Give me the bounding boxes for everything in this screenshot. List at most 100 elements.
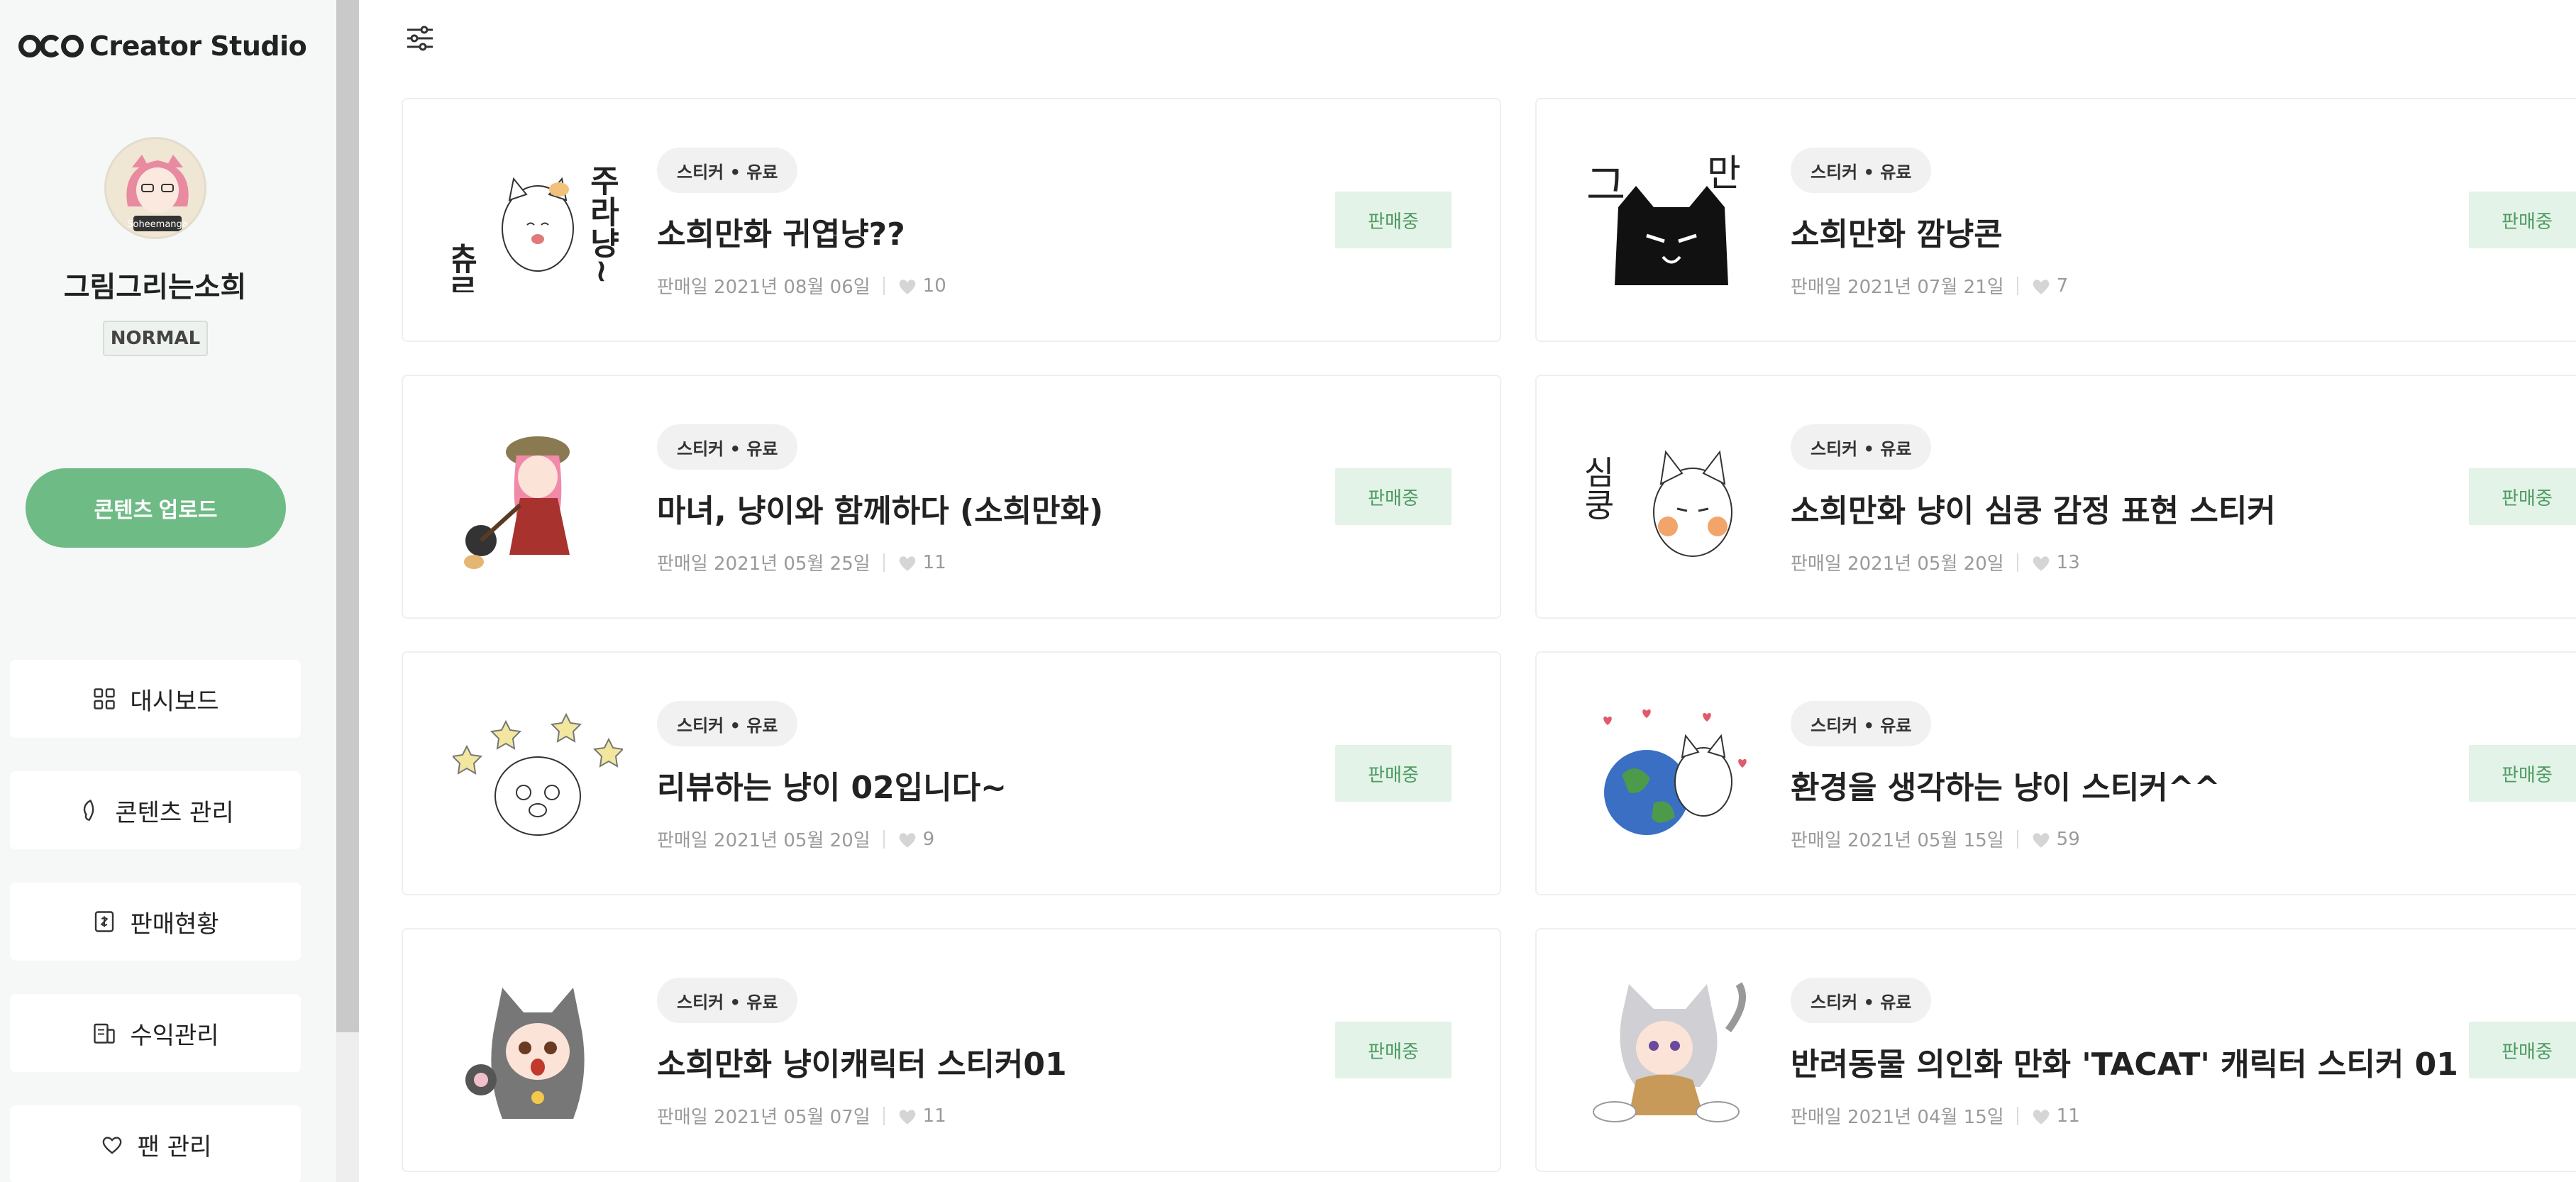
product-title[interactable]: 소희만화 깜냥콘: [1791, 209, 2003, 254]
svg-text:Soheemanga: Soheemanga: [127, 219, 188, 230]
like-count: 11: [897, 1105, 946, 1127]
product-meta: 판매일 2021년 04월 15일 11: [1791, 1103, 2080, 1129]
product-card[interactable]: 스티커 • 유료 환경을 생각하는 냥이 스티커^^ 판매일 2021년 05월…: [1535, 651, 2576, 895]
sidebar-item-dashboard[interactable]: 대시보드: [10, 660, 301, 738]
status-badge: 판매중: [2469, 745, 2576, 802]
like-count: 11: [897, 552, 946, 573]
sale-date: 판매일 2021년 05월 25일: [657, 553, 870, 575]
sidebar: Creator Studio Soheemanga 그림그리는소희 NORMAL…: [0, 0, 336, 1182]
product-card[interactable]: 츄르 주라냥~ 스티커 • 유료 소희만화 귀엽냥?? 판매일 2021년 08…: [402, 98, 1501, 342]
status-badge: 판매중: [1335, 192, 1452, 248]
sidebar-item-label: 대시보드: [130, 687, 219, 716]
heart-icon: [2033, 1109, 2049, 1125]
sidebar-item-label: 콘텐츠 관리: [115, 798, 234, 827]
sale-date: 판매일 2021년 05월 20일: [1791, 553, 2004, 575]
like-count: 9: [897, 829, 934, 850]
product-meta: 판매일 2021년 07월 21일 7: [1791, 272, 2068, 299]
like-count: 10: [897, 275, 946, 297]
like-count: 59: [2031, 829, 2080, 850]
filter-button[interactable]: [402, 20, 438, 57]
sidebar-scrollbar-thumb[interactable]: [336, 0, 359, 1032]
avatar-illustration: Soheemanga: [106, 139, 204, 237]
status-badge: 판매중: [2469, 192, 2576, 248]
product-card[interactable]: 심쿵 스티커 • 유료 소희만화 냥이 심쿵 감정 표현 스티커 판매일 202…: [1535, 375, 2576, 619]
divider: [883, 1106, 885, 1125]
product-thumbnail[interactable]: [453, 427, 623, 569]
like-count: 13: [2031, 552, 2080, 573]
status-badge: 판매중: [1335, 1022, 1452, 1078]
sale-date: 판매일 2021년 05월 20일: [657, 830, 870, 851]
heart-icon: [899, 556, 915, 571]
sale-date: 판매일 2021년 05월 07일: [657, 1107, 870, 1128]
heart-icon: [899, 1109, 915, 1125]
divider: [883, 829, 885, 849]
product-title[interactable]: 소희만화 귀엽냥??: [657, 209, 905, 254]
thumb-text: 주라냥~: [584, 165, 620, 285]
sidebar-item-fans[interactable]: 팬 관리: [10, 1105, 301, 1182]
like-count: 7: [2031, 275, 2068, 297]
sidebar-item-label: 팬 관리: [137, 1132, 212, 1161]
product-meta: 판매일 2021년 05월 20일 9: [657, 826, 934, 852]
product-thumbnail[interactable]: [1586, 704, 1757, 846]
category-badge: 스티커 • 유료: [1791, 701, 1932, 746]
product-title[interactable]: 마녀, 냥이와 함께하다 (소희만화): [657, 485, 1103, 531]
status-badge: 판매중: [1335, 745, 1452, 802]
sale-date: 판매일 2021년 04월 15일: [1791, 1107, 2004, 1128]
category-badge: 스티커 • 유료: [1791, 978, 1932, 1023]
divider: [883, 276, 885, 295]
product-meta: 판매일 2021년 05월 15일 59: [1791, 826, 2080, 852]
status-badge: 판매중: [2469, 468, 2576, 525]
product-meta: 판매일 2021년 05월 07일 11: [657, 1103, 946, 1129]
divider: [2016, 829, 2018, 849]
product-title[interactable]: 소희만화 냥이캐릭터 스티커01: [657, 1039, 1067, 1084]
product-meta: 판매일 2021년 05월 25일 11: [657, 549, 946, 575]
heart-icon: [102, 1137, 121, 1154]
product-card[interactable]: 스티커 • 유료 리뷰하는 냥이 02입니다~ 판매일 2021년 05월 20…: [402, 651, 1501, 895]
category-badge: 스티커 • 유료: [1791, 148, 1932, 193]
logo-mark-icon: [18, 35, 84, 57]
sale-date: 판매일 2021년 07월 21일: [1791, 277, 2004, 298]
sliders-icon: [407, 26, 433, 51]
grid-icon: [94, 688, 116, 709]
product-title[interactable]: 반려동물 의인화 만화 'TACAT' 캐릭터 스티커 01: [1791, 1039, 2458, 1084]
product-thumbnail[interactable]: 심쿵: [1586, 427, 1757, 569]
sidebar-item-content[interactable]: 콘텐츠 관리: [10, 771, 301, 849]
heart-icon: [2033, 556, 2049, 571]
sale-date: 판매일 2021년 08월 06일: [657, 277, 870, 298]
avatar[interactable]: Soheemanga: [104, 137, 206, 239]
product-card[interactable]: 스티커 • 유료 반려동물 의인화 만화 'TACAT' 캐릭터 스티커 01 …: [1535, 928, 2576, 1172]
heart-icon: [2033, 832, 2049, 848]
product-title[interactable]: 환경을 생각하는 냥이 스티커^^: [1791, 762, 2220, 807]
product-title[interactable]: 리뷰하는 냥이 02입니다~: [657, 762, 1007, 807]
product-title[interactable]: 소희만화 냥이 심쿵 감정 표현 스티커: [1791, 485, 2276, 531]
sidebar-item-revenue[interactable]: 수익관리: [10, 994, 301, 1072]
product-thumbnail[interactable]: [453, 704, 623, 846]
sidebar-item-sales[interactable]: 판매현황: [10, 883, 301, 961]
heart-icon: [899, 832, 915, 848]
product-thumbnail[interactable]: 그 만: [1586, 150, 1757, 292]
product-card[interactable]: 그 만 스티커 • 유료 소희만화 깜냥콘 판매일 2021년 07월 21일 …: [1535, 98, 2576, 342]
product-meta: 판매일 2021년 05월 20일 13: [1791, 549, 2080, 575]
tier-badge: NORMAL: [103, 321, 208, 356]
sidebar-item-label: 판매현황: [130, 910, 219, 939]
logo-text: Creator Studio: [89, 31, 307, 62]
category-badge: 스티커 • 유료: [657, 701, 798, 746]
divider: [2016, 1106, 2018, 1125]
status-badge: 판매중: [1335, 468, 1452, 525]
product-thumbnail[interactable]: [453, 981, 623, 1122]
divider: [2016, 553, 2018, 572]
product-thumbnail[interactable]: 츄르 주라냥~: [453, 150, 623, 292]
product-thumbnail[interactable]: [1586, 981, 1757, 1122]
divider: [2016, 276, 2018, 295]
thumb-text: 심쿵: [1586, 455, 1616, 521]
app-logo[interactable]: Creator Studio: [18, 28, 307, 64]
product-card[interactable]: 스티커 • 유료 소희만화 냥이캐릭터 스티커01 판매일 2021년 05월 …: [402, 928, 1501, 1172]
thumb-text: 츄르: [453, 243, 478, 292]
sidebar-item-label: 수익관리: [130, 1021, 219, 1050]
thumb-text: 만: [1707, 153, 1741, 195]
heart-icon: [2033, 279, 2049, 294]
upload-content-button[interactable]: 콘텐츠 업로드: [26, 468, 286, 548]
heart-icon: [899, 279, 915, 294]
product-card[interactable]: 스티커 • 유료 마녀, 냥이와 함께하다 (소희만화) 판매일 2021년 0…: [402, 375, 1501, 619]
sale-date: 판매일 2021년 05월 15일: [1791, 830, 2004, 851]
